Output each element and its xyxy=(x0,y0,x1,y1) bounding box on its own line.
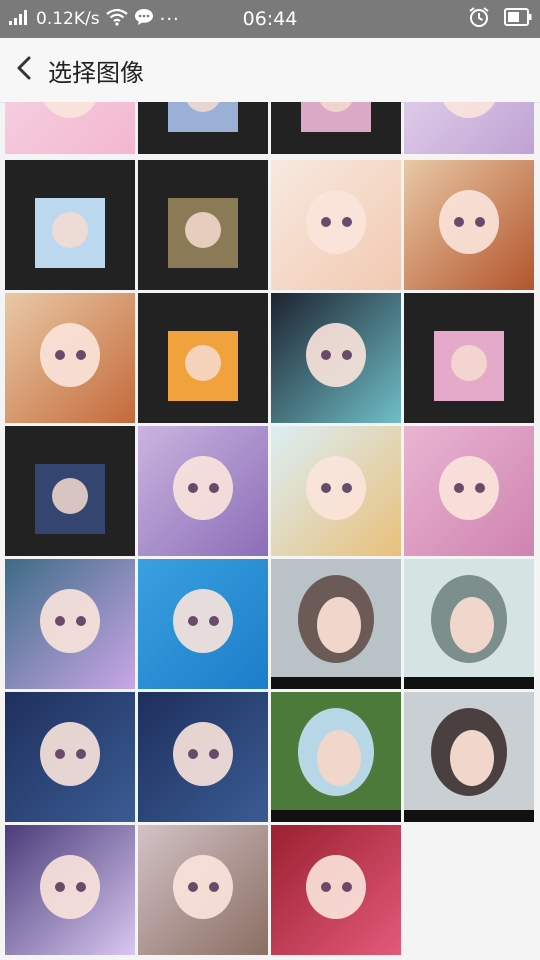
image-thumbnail[interactable] xyxy=(138,102,268,154)
image-thumbnail[interactable] xyxy=(404,692,534,822)
back-arrow-icon xyxy=(15,55,33,85)
image-thumbnail[interactable] xyxy=(138,426,268,556)
image-thumbnail[interactable] xyxy=(404,160,534,290)
alarm-icon xyxy=(468,6,490,32)
image-thumbnail[interactable] xyxy=(5,559,135,689)
image-thumbnail[interactable] xyxy=(271,692,401,822)
image-thumbnail[interactable] xyxy=(271,426,401,556)
image-thumbnail[interactable] xyxy=(138,825,268,955)
image-thumbnail[interactable] xyxy=(271,160,401,290)
image-thumbnail[interactable] xyxy=(138,293,268,423)
image-thumbnail[interactable] xyxy=(5,102,135,154)
image-thumbnail[interactable] xyxy=(271,293,401,423)
image-thumbnail[interactable] xyxy=(404,426,534,556)
battery-icon xyxy=(504,8,532,30)
image-thumbnail[interactable] xyxy=(404,559,534,689)
image-thumbnail[interactable] xyxy=(138,160,268,290)
image-thumbnail[interactable] xyxy=(271,559,401,689)
image-thumbnail[interactable] xyxy=(404,102,534,154)
image-thumbnail[interactable] xyxy=(5,426,135,556)
image-thumbnail[interactable] xyxy=(5,160,135,290)
page-title: 选择图像 xyxy=(48,58,144,87)
image-thumbnail[interactable] xyxy=(271,825,401,955)
status-right xyxy=(468,0,532,38)
image-grid xyxy=(0,102,540,960)
image-thumbnail[interactable] xyxy=(271,102,401,154)
image-thumbnail[interactable] xyxy=(138,692,268,822)
image-thumbnail[interactable] xyxy=(5,293,135,423)
image-thumbnail[interactable] xyxy=(138,559,268,689)
back-button[interactable] xyxy=(2,38,46,102)
image-thumbnail[interactable] xyxy=(5,692,135,822)
status-bar: 0.12K/s ··· 06:44 xyxy=(0,0,540,38)
status-time: 06:44 xyxy=(242,8,298,30)
image-thumbnail[interactable] xyxy=(5,825,135,955)
image-thumbnail[interactable] xyxy=(404,293,534,423)
app-bar: 选择图像 xyxy=(0,38,540,103)
